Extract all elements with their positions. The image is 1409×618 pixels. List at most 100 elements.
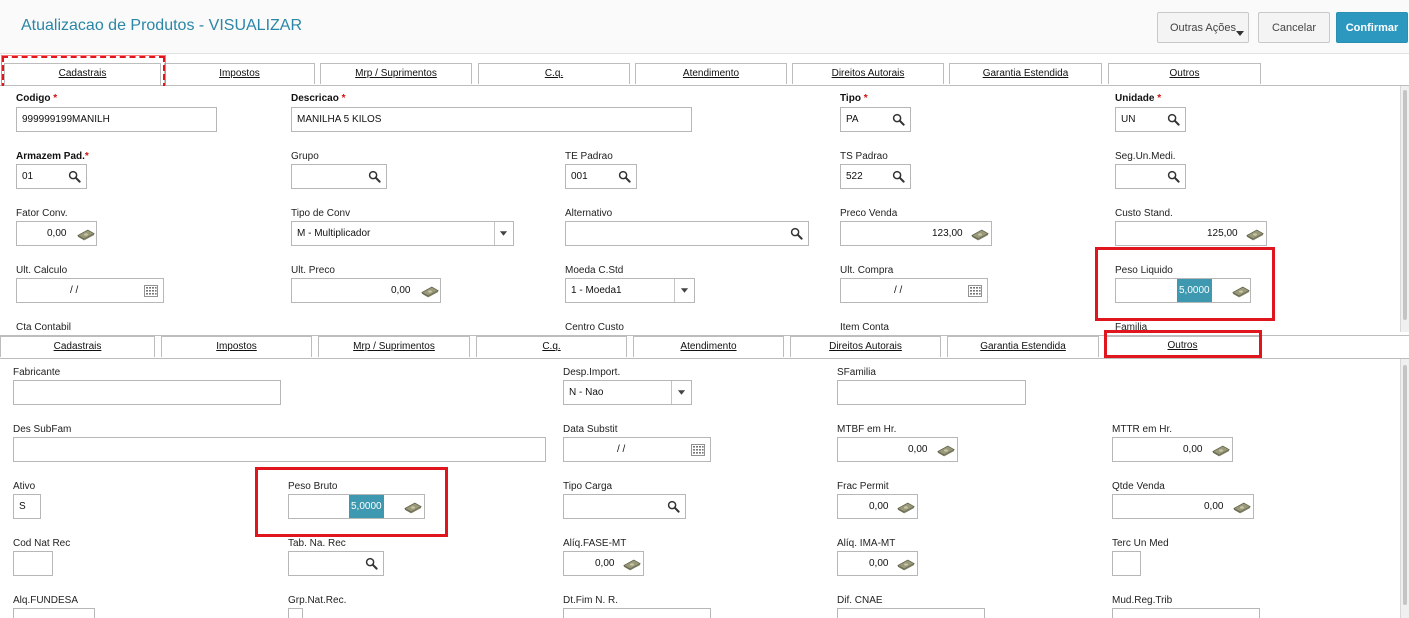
tab-garantia-estendida[interactable]: Garantia Estendida <box>949 63 1102 84</box>
cod-nat-rec-field[interactable] <box>13 551 53 576</box>
tab-atendimento[interactable]: Atendimento <box>635 63 787 84</box>
banknote-icon[interactable] <box>623 558 641 571</box>
alternativo-field[interactable] <box>565 221 809 246</box>
chevron-down-icon[interactable] <box>499 231 508 237</box>
banknote-icon[interactable] <box>421 285 439 298</box>
mud-reg-trib-field[interactable] <box>1112 608 1260 618</box>
magnifier-icon[interactable] <box>618 170 631 183</box>
tab-mrp-suprimentos[interactable]: Mrp / Suprimentos <box>320 63 472 84</box>
banknote-icon[interactable] <box>971 228 989 241</box>
seg-un-medi-label: Seg.Un.Medi. <box>1115 151 1176 162</box>
banknote-icon[interactable] <box>1212 444 1230 457</box>
mttr-field[interactable]: 0,00 <box>1112 437 1233 462</box>
banknote-icon[interactable] <box>1233 501 1251 514</box>
tab-outros[interactable]: Outros <box>1108 63 1261 84</box>
magnifier-icon[interactable] <box>68 170 81 183</box>
tipo-carga-field[interactable] <box>563 494 686 519</box>
grupo-label: Grupo <box>291 151 319 162</box>
banknote-icon[interactable] <box>77 228 95 241</box>
banknote-icon[interactable] <box>1232 285 1250 298</box>
custo-stand-field[interactable]: 125,00 <box>1115 221 1267 246</box>
armazem-field[interactable]: 01 <box>16 164 87 189</box>
tab-atendimento[interactable]: Atendimento <box>633 336 784 357</box>
magnifier-icon[interactable] <box>1167 113 1180 126</box>
descricao-field[interactable]: MANILHA 5 KILOS <box>291 107 692 132</box>
banknote-icon[interactable] <box>897 501 915 514</box>
des-subfam-field[interactable] <box>13 437 546 462</box>
more-actions-button[interactable]: Outras Ações <box>1157 12 1249 43</box>
ult-calculo-field[interactable]: / / <box>16 278 164 303</box>
tab-outros[interactable]: Outros <box>1105 336 1260 357</box>
ativo-field[interactable]: S <box>13 494 41 519</box>
magnifier-icon[interactable] <box>667 500 680 513</box>
fator-conv-field[interactable]: 0,00 <box>16 221 97 246</box>
banknote-icon[interactable] <box>897 558 915 571</box>
magnifier-icon[interactable] <box>790 227 803 240</box>
bottom-scrollbar[interactable] <box>1400 359 1409 618</box>
grupo-field[interactable] <box>291 164 387 189</box>
chevron-down-icon[interactable] <box>677 390 686 396</box>
alternativo-label: Alternativo <box>565 208 613 219</box>
tab-na-rec-field[interactable] <box>288 551 384 576</box>
banknote-icon[interactable] <box>1246 228 1264 241</box>
banknote-icon[interactable] <box>937 444 955 457</box>
tipo-field[interactable]: PA <box>840 107 911 132</box>
cadastrais-pane: Codigo * 999999199MANILH Descricao * MAN… <box>0 86 1409 332</box>
tab-cq[interactable]: C.q. <box>478 63 630 84</box>
aliq-fundesa-field[interactable] <box>13 608 95 618</box>
tipo-conv-select[interactable]: M - Multiplicador <box>291 221 514 246</box>
tab-cadastrais[interactable]: Cadastrais <box>0 336 155 357</box>
data-substit-field[interactable]: / / <box>563 437 711 462</box>
te-padrao-field[interactable]: 001 <box>565 164 637 189</box>
scrollbar-thumb[interactable] <box>1403 365 1407 605</box>
peso-bruto-field[interactable]: 5,0000 <box>288 494 425 519</box>
codigo-label: Codigo * <box>16 93 58 104</box>
mtbf-field[interactable]: 0,00 <box>837 437 958 462</box>
seg-un-medi-field[interactable] <box>1115 164 1186 189</box>
desp-import-select[interactable]: N - Nao <box>563 380 692 405</box>
ult-preco-field[interactable]: 0,00 <box>291 278 441 303</box>
tab-impostos[interactable]: Impostos <box>164 63 315 84</box>
calendar-icon[interactable] <box>144 285 158 297</box>
chevron-down-icon[interactable] <box>680 288 689 294</box>
magnifier-icon[interactable] <box>892 170 905 183</box>
magnifier-icon[interactable] <box>365 557 378 570</box>
magnifier-icon[interactable] <box>892 113 905 126</box>
tab-garantia-estendida[interactable]: Garantia Estendida <box>947 336 1099 357</box>
dif-cnae-field[interactable] <box>837 608 985 618</box>
grp-nat-rec-field[interactable] <box>288 608 303 618</box>
calendar-icon[interactable] <box>968 285 982 297</box>
moeda-cstd-label: Moeda C.Std <box>565 265 624 276</box>
unidade-field[interactable]: UN <box>1115 107 1186 132</box>
dt-fim-nr-field[interactable] <box>563 608 711 618</box>
fator-conv-label: Fator Conv. <box>16 208 68 219</box>
frac-permit-field[interactable]: 0,00 <box>837 494 918 519</box>
magnifier-icon[interactable] <box>368 170 381 183</box>
preco-venda-field[interactable]: 123,00 <box>840 221 992 246</box>
calendar-icon[interactable] <box>691 444 705 456</box>
ult-compra-field[interactable]: / / <box>840 278 988 303</box>
magnifier-icon[interactable] <box>1167 170 1180 183</box>
qtde-venda-field[interactable]: 0,00 <box>1112 494 1254 519</box>
frac-permit-label: Frac Permit <box>837 481 889 492</box>
fabricante-field[interactable] <box>13 380 281 405</box>
cancel-button[interactable]: Cancelar <box>1258 12 1330 43</box>
banknote-icon[interactable] <box>404 501 422 514</box>
aliq-fase-mt-field[interactable]: 0,00 <box>563 551 644 576</box>
aliq-ima-mt-field[interactable]: 0,00 <box>837 551 918 576</box>
tab-mrp-suprimentos[interactable]: Mrp / Suprimentos <box>318 336 470 357</box>
ativo-label: Ativo <box>13 481 36 492</box>
tab-cq[interactable]: C.q. <box>476 336 627 357</box>
tab-direitos-autorais[interactable]: Direitos Autorais <box>790 336 941 357</box>
sfamilia-field[interactable] <box>837 380 1026 405</box>
tab-impostos[interactable]: Impostos <box>161 336 312 357</box>
moeda-cstd-select[interactable]: 1 - Moeda1 <box>565 278 695 303</box>
codigo-field[interactable]: 999999199MANILH <box>16 107 217 132</box>
peso-liquido-field[interactable]: 5,0000 <box>1115 278 1251 303</box>
ts-padrao-field[interactable]: 522 <box>840 164 911 189</box>
top-scrollbar[interactable] <box>1400 86 1409 332</box>
scrollbar-thumb[interactable] <box>1403 90 1407 320</box>
confirm-button[interactable]: Confirmar <box>1336 12 1408 43</box>
terc-un-med-field[interactable] <box>1112 551 1141 576</box>
tab-direitos-autorais[interactable]: Direitos Autorais <box>792 63 944 84</box>
